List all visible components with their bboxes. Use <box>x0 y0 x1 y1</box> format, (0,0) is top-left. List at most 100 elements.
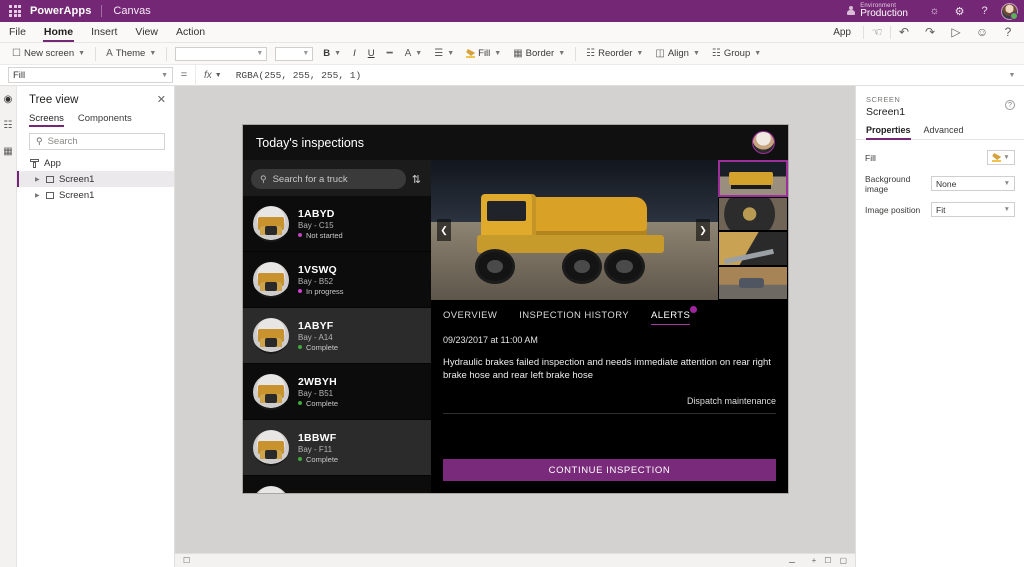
help-icon-ribbon[interactable]: ? <box>995 22 1021 43</box>
tree-search-input[interactable]: ⚲ Search <box>29 133 165 150</box>
alert-message: Hydraulic brakes failed inspection and n… <box>443 357 771 382</box>
continue-inspection-button[interactable]: CONTINUE INSPECTION <box>443 459 776 481</box>
insert-icon[interactable]: ☷ <box>2 119 15 132</box>
tab-properties[interactable]: Properties <box>866 125 911 140</box>
menu-item-action[interactable]: Action <box>167 22 214 43</box>
strikethrough-button[interactable]: ━ <box>381 43 399 65</box>
status-dot <box>298 401 302 405</box>
tab-overview[interactable]: OVERVIEW <box>443 310 497 325</box>
reorder-button[interactable]: ☷ Reorder ▼ <box>580 43 649 65</box>
environment-chip[interactable]: Environment Production <box>846 3 922 20</box>
image-position-select[interactable]: Fit ▼ <box>931 202 1015 217</box>
truck-list-item[interactable]: 2WBYH Bay - B51 Complete <box>243 364 431 420</box>
sort-icon[interactable]: ⇅ <box>412 173 423 186</box>
gallery-thumbnail-1[interactable] <box>718 160 788 197</box>
redo-icon[interactable]: ↷ <box>917 22 943 43</box>
group-button[interactable]: ☷ Group ▼ <box>706 43 767 65</box>
user-avatar[interactable] <box>1001 2 1018 20</box>
gallery-thumbnail-2[interactable] <box>718 196 788 231</box>
menu-item-view[interactable]: View <box>126 22 167 43</box>
undo-icon[interactable]: ↶ <box>891 22 917 43</box>
share-icon[interactable]: ☺ <box>969 22 995 43</box>
menu-item-insert[interactable]: Insert <box>82 22 126 43</box>
play-icon[interactable]: ▷ <box>943 22 969 43</box>
fill-label: Fill <box>478 48 491 59</box>
background-image-select[interactable]: None ▼ <box>931 176 1015 191</box>
status-dot <box>298 457 302 461</box>
truck-list-item[interactable]: 1VSWQ Bay - B52 In progress <box>243 252 431 308</box>
equals-icon: = <box>180 69 188 81</box>
truck-list-item[interactable]: 1ABYD Bay - C15 Not started <box>243 196 431 252</box>
help-icon[interactable]: ? <box>1005 100 1015 110</box>
chevron-right-icon[interactable]: ❯ <box>696 219 710 241</box>
canvas-area[interactable]: Today's inspections ⚲ Search for a truck… <box>175 86 855 553</box>
truck-status: Complete <box>298 399 338 408</box>
zoom-out-icon[interactable]: ⚊ <box>788 556 795 565</box>
tree-item-screen1-b[interactable]: ▶ Screen1 <box>17 187 174 203</box>
tree-item-screen1[interactable]: ▶ Screen1 <box>17 171 174 187</box>
theme-button[interactable]: A Theme ▼ <box>100 43 162 65</box>
close-icon[interactable]: ✕ <box>157 94 166 106</box>
fullscreen-icon[interactable]: ▢ <box>839 556 847 565</box>
theme-icon: A <box>106 48 113 59</box>
truck-list[interactable]: ⚲ Search for a truck ⇅ 1ABYD Bay - C15 N… <box>243 160 431 493</box>
formula-expand-icon[interactable]: ▼ <box>1000 72 1024 79</box>
align-objects-button[interactable]: ◫ Align ▼ <box>649 43 706 65</box>
gear-icon[interactable]: ⚙ <box>947 0 972 22</box>
app-menu-button[interactable]: App <box>821 27 863 38</box>
screen-size-icon[interactable]: ☐ <box>183 556 190 565</box>
app-user-avatar[interactable] <box>752 131 775 154</box>
gallery-thumbnails[interactable] <box>718 160 788 300</box>
border-button[interactable]: ▦ Border ▼ <box>507 43 571 65</box>
product-name[interactable]: PowerApps <box>30 5 101 17</box>
zoom-in-icon[interactable]: + <box>812 556 817 565</box>
font-family-select[interactable]: ▼ <box>175 46 268 61</box>
truck-list-item[interactable]: 1ABYF Bay - A14 Complete <box>243 308 431 364</box>
waffle-icon[interactable] <box>0 5 30 17</box>
text-align-button[interactable]: ☰ ▼ <box>428 43 460 65</box>
dispatch-maintenance-link[interactable]: Dispatch maintenance <box>431 383 788 406</box>
screens-icon[interactable]: ◉ <box>2 93 15 106</box>
image-gallery[interactable]: ❮ ❯ <box>431 160 788 300</box>
border-label: Border <box>525 48 555 59</box>
fit-screen-icon[interactable]: ☐ <box>824 556 831 565</box>
tab-alerts[interactable]: ALERTS <box>651 306 698 325</box>
data-icon[interactable]: ▦ <box>2 145 15 158</box>
pointer-icon[interactable]: ☜ <box>864 22 890 43</box>
property-select[interactable]: Fill ▼ <box>8 67 173 83</box>
app-preview[interactable]: Today's inspections ⚲ Search for a truck… <box>242 124 789 494</box>
menu-item-file[interactable]: File <box>0 22 35 43</box>
menu-item-home[interactable]: Home <box>35 22 82 43</box>
truck-list-item[interactable]: 3ABHH Bay - B09 <box>243 476 431 493</box>
fill-color-picker[interactable]: ▼ <box>987 150 1015 165</box>
chevron-left-icon[interactable]: ❮ <box>437 219 451 241</box>
app-header: Today's inspections <box>243 125 788 160</box>
app-title: Today's inspections <box>256 135 365 150</box>
gallery-thumbnail-3[interactable] <box>718 231 788 266</box>
tab-advanced[interactable]: Advanced <box>924 125 964 139</box>
italic-button[interactable]: I <box>347 43 362 65</box>
bell-icon[interactable]: ☼ <box>922 0 947 22</box>
tab-components[interactable]: Components <box>78 113 132 127</box>
help-icon[interactable]: ? <box>972 0 997 22</box>
truck-list-item[interactable]: 1BBWF Bay - F11 Complete <box>243 420 431 476</box>
tab-inspection-history[interactable]: INSPECTION HISTORY <box>519 310 629 325</box>
hero-image[interactable]: ❮ <box>431 160 718 300</box>
underline-button[interactable]: U <box>362 43 381 65</box>
font-color-button[interactable]: A ▼ <box>399 43 429 65</box>
fill-button[interactable]: Fill ▼ <box>460 43 507 65</box>
new-screen-button[interactable]: ☐ New screen ▼ <box>6 43 91 65</box>
tree-item-app[interactable]: App <box>17 155 174 171</box>
chevron-right-icon[interactable]: ▶ <box>35 192 41 199</box>
truck-thumbnail <box>253 485 289 493</box>
tab-screens[interactable]: Screens <box>29 113 64 127</box>
truck-search-input[interactable]: ⚲ Search for a truck <box>251 169 406 189</box>
chevron-right-icon[interactable]: ▶ <box>35 176 41 183</box>
fx-button[interactable]: fx ▼ <box>196 70 230 81</box>
font-size-select[interactable]: ▼ <box>275 46 314 61</box>
gallery-thumbnail-4[interactable] <box>718 265 788 300</box>
bold-button[interactable]: B ▼ <box>317 43 347 65</box>
chevron-down-icon: ▼ <box>494 50 502 57</box>
formula-input[interactable]: RGBA(255, 255, 255, 1) <box>230 70 1000 81</box>
search-icon: ⚲ <box>260 173 267 184</box>
